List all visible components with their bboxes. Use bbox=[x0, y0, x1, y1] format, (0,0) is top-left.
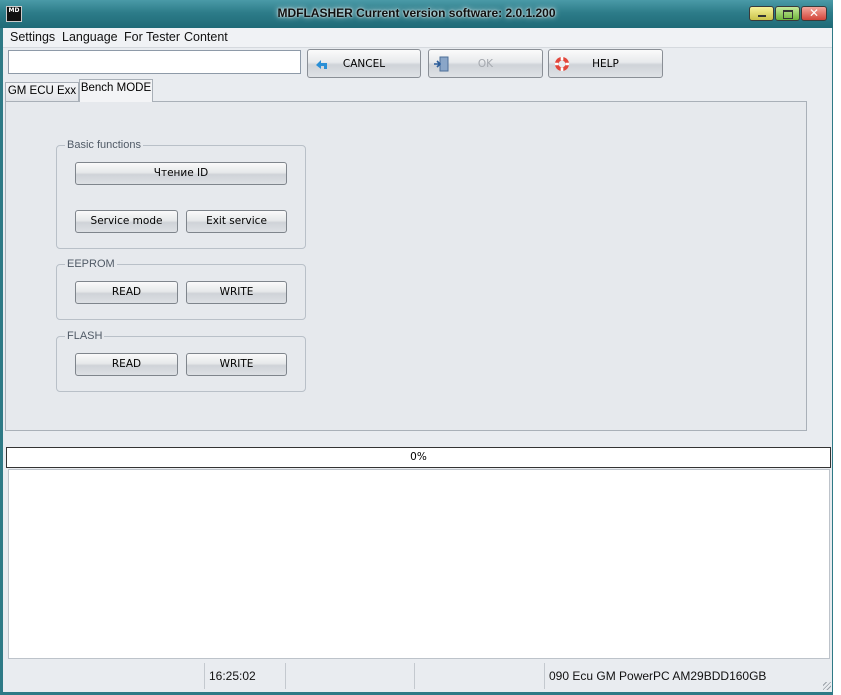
status-divider bbox=[204, 663, 205, 689]
eeprom-read-button[interactable]: READ bbox=[75, 281, 178, 304]
ok-button[interactable]: OK bbox=[428, 49, 543, 78]
tab-bench-mode[interactable]: Bench MODE bbox=[79, 79, 153, 102]
menu-language[interactable]: Language bbox=[62, 30, 118, 44]
status-time: 16:25:02 bbox=[209, 669, 256, 683]
cancel-button[interactable]: CANCEL bbox=[307, 49, 421, 78]
status-divider bbox=[414, 663, 415, 689]
progress-text: 0% bbox=[410, 451, 427, 463]
command-input[interactable] bbox=[8, 50, 301, 74]
status-divider bbox=[544, 663, 545, 689]
log-area[interactable] bbox=[8, 469, 830, 659]
exit-service-button[interactable]: Exit service bbox=[186, 210, 287, 233]
status-bar: 16:25:02 090 Ecu GM PowerPC AM29BDD160GB bbox=[3, 660, 832, 692]
close-button[interactable]: ✕ bbox=[801, 6, 827, 21]
title-bar[interactable]: MD MDFLASHER Current version software: 2… bbox=[0, 0, 833, 28]
close-icon: ✕ bbox=[808, 6, 820, 20]
progress-bar: 0% bbox=[6, 447, 831, 468]
menu-content[interactable]: Content bbox=[184, 30, 228, 44]
eeprom-group: EEPROM READ WRITE bbox=[56, 258, 306, 320]
eeprom-legend: EEPROM bbox=[65, 258, 117, 270]
app-window: MD MDFLASHER Current version software: 2… bbox=[0, 0, 833, 695]
status-divider bbox=[285, 663, 286, 689]
bench-mode-panel: Basic functions Чтение ID Service mode E… bbox=[5, 101, 807, 431]
service-mode-button[interactable]: Service mode bbox=[75, 210, 178, 233]
resize-grip[interactable] bbox=[823, 682, 831, 690]
window-title: MDFLASHER Current version software: 2.0.… bbox=[277, 6, 556, 20]
help-label: HELP bbox=[592, 58, 619, 70]
minimize-button[interactable] bbox=[749, 6, 774, 21]
menu-settings[interactable]: Settings bbox=[10, 30, 55, 44]
eeprom-write-button[interactable]: WRITE bbox=[186, 281, 287, 304]
ok-label: OK bbox=[477, 58, 494, 70]
basic-functions-legend: Basic functions bbox=[65, 139, 143, 151]
help-button[interactable]: HELP bbox=[548, 49, 663, 78]
client-area: Settings Language For Tester Content CAN… bbox=[3, 28, 832, 692]
flash-write-button[interactable]: WRITE bbox=[186, 353, 287, 376]
flash-legend: FLASH bbox=[65, 330, 105, 342]
flash-read-button[interactable]: READ bbox=[75, 353, 178, 376]
read-id-button[interactable]: Чтение ID bbox=[75, 162, 287, 185]
basic-functions-group: Basic functions Чтение ID Service mode E… bbox=[56, 139, 306, 249]
status-device: 090 Ecu GM PowerPC AM29BDD160GB bbox=[549, 669, 767, 683]
flash-group: FLASH READ WRITE bbox=[56, 330, 306, 392]
maximize-button[interactable] bbox=[775, 6, 800, 21]
tab-gm-ecu-exx[interactable]: GM ECU Exx bbox=[5, 82, 79, 101]
menu-for-tester[interactable]: For Tester bbox=[124, 30, 180, 44]
menu-bar: Settings Language For Tester Content bbox=[3, 28, 832, 48]
cancel-label: CANCEL bbox=[342, 58, 386, 70]
